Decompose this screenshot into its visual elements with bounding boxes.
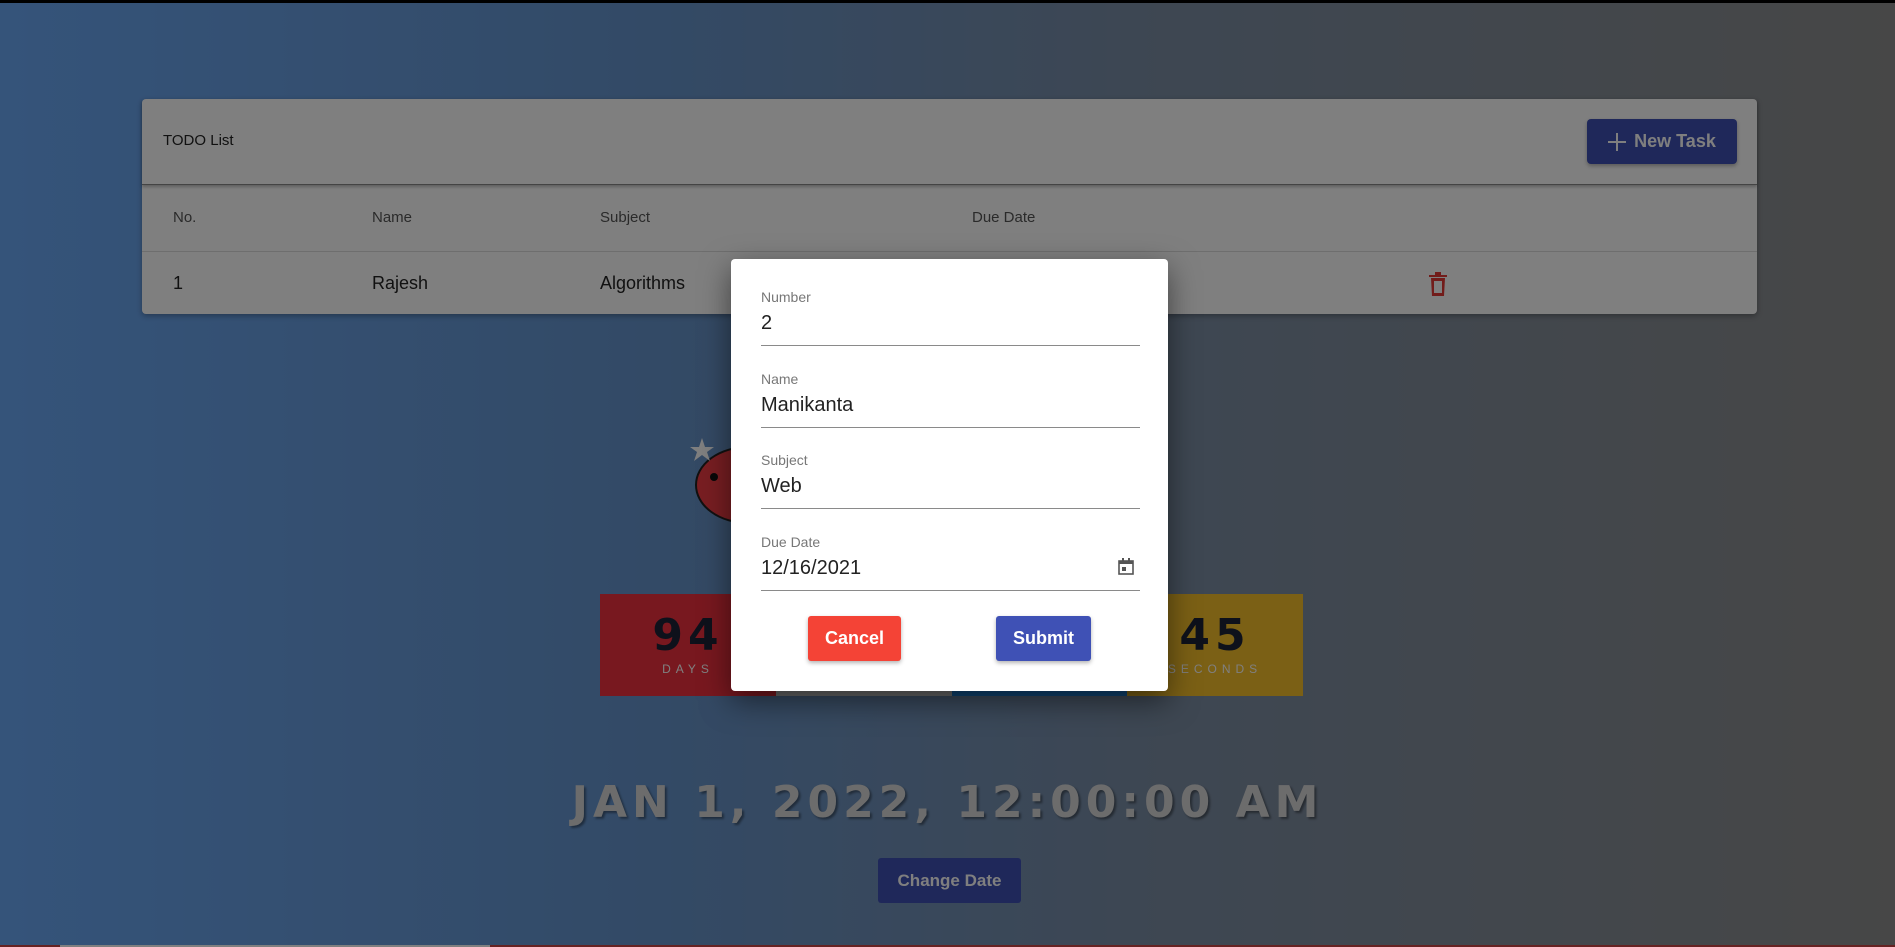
name-input[interactable] <box>761 391 1111 419</box>
calendar-icon[interactable] <box>1118 558 1134 575</box>
number-label: Number <box>761 289 811 305</box>
due-date-input[interactable] <box>761 554 1111 582</box>
number-input[interactable] <box>761 309 1111 337</box>
name-label: Name <box>761 371 799 387</box>
number-field: Number <box>761 289 1140 346</box>
name-field: Name <box>761 371 1140 428</box>
subject-input[interactable] <box>761 472 1111 500</box>
subject-label: Subject <box>761 452 808 468</box>
new-task-dialog: Number Name Subject Due Date Cancel Subm… <box>731 259 1168 691</box>
cancel-button[interactable]: Cancel <box>808 616 901 661</box>
due-date-label: Due Date <box>761 534 821 550</box>
subject-field: Subject <box>761 452 1140 509</box>
due-date-field: Due Date <box>761 534 1140 591</box>
page: TODO List New Task No. Name Subject Due … <box>0 0 1895 947</box>
submit-button[interactable]: Submit <box>996 616 1091 661</box>
